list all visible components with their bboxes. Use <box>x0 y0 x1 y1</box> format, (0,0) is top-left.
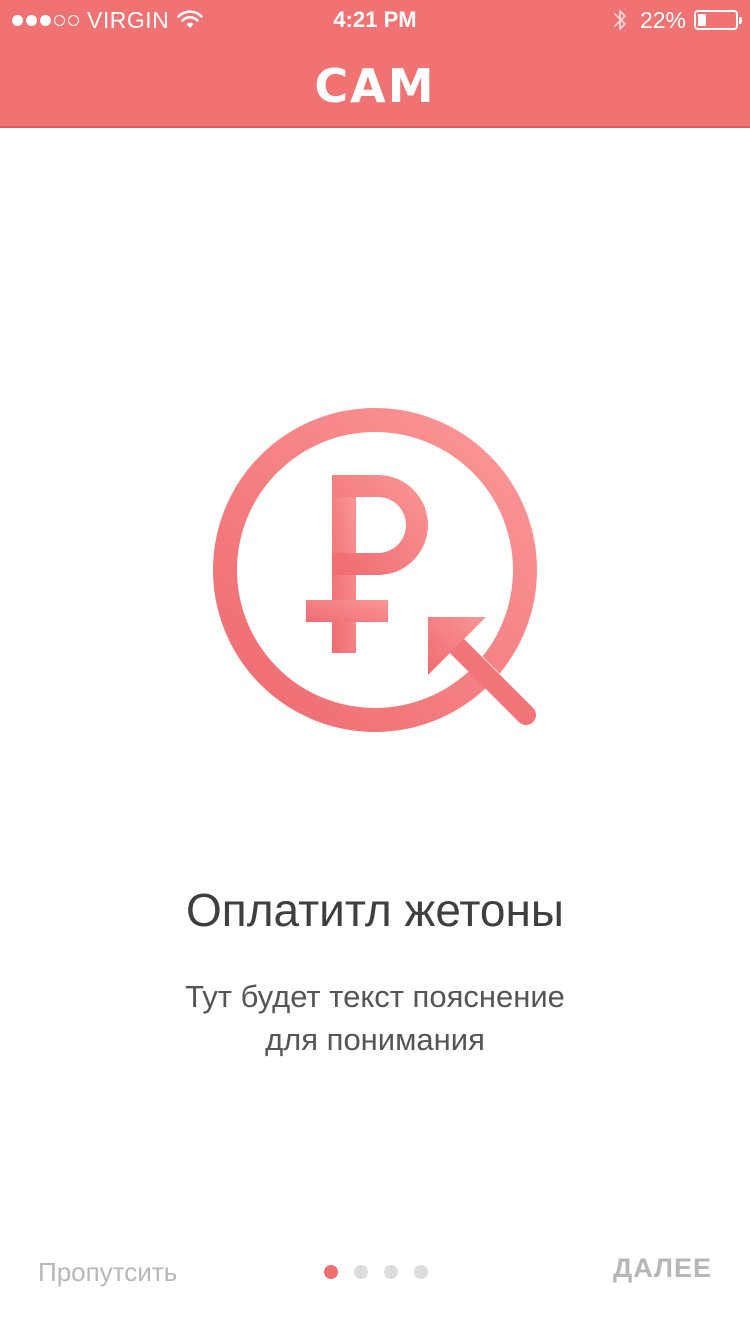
ruble-payment-icon <box>213 408 537 732</box>
battery-level <box>698 14 706 26</box>
page-dot[interactable] <box>384 1265 398 1279</box>
status-right: 22% <box>612 6 742 33</box>
skip-button[interactable]: Пропутсить <box>38 1254 177 1290</box>
status-bar: VIRGIN 4:21 PM 22% <box>0 0 750 40</box>
subtitle-line: для понимания <box>265 1022 485 1057</box>
onboarding-title: Оплатитл жетоны <box>186 884 564 936</box>
ruble-sign-icon <box>306 475 428 653</box>
page-indicator[interactable] <box>324 1265 428 1279</box>
bluetooth-icon <box>614 10 626 30</box>
battery-percent: 22% <box>639 6 686 33</box>
onboarding-subtitle: Тут будет текст пояснение для понимания <box>0 975 750 1061</box>
battery-icon <box>694 10 742 30</box>
next-button[interactable]: ДАЛЕЕ <box>613 1250 712 1286</box>
onboarding-screen: VIRGIN 4:21 PM 22% CAM Оплатитл жетоны Т… <box>0 0 750 1334</box>
page-dot[interactable] <box>414 1265 428 1279</box>
app-header: VIRGIN 4:21 PM 22% CAM <box>0 0 750 128</box>
app-logo: CAM <box>314 59 436 113</box>
subtitle-line: Тут будет текст пояснение <box>185 979 565 1014</box>
page-dot[interactable] <box>324 1265 338 1279</box>
page-dot[interactable] <box>354 1265 368 1279</box>
